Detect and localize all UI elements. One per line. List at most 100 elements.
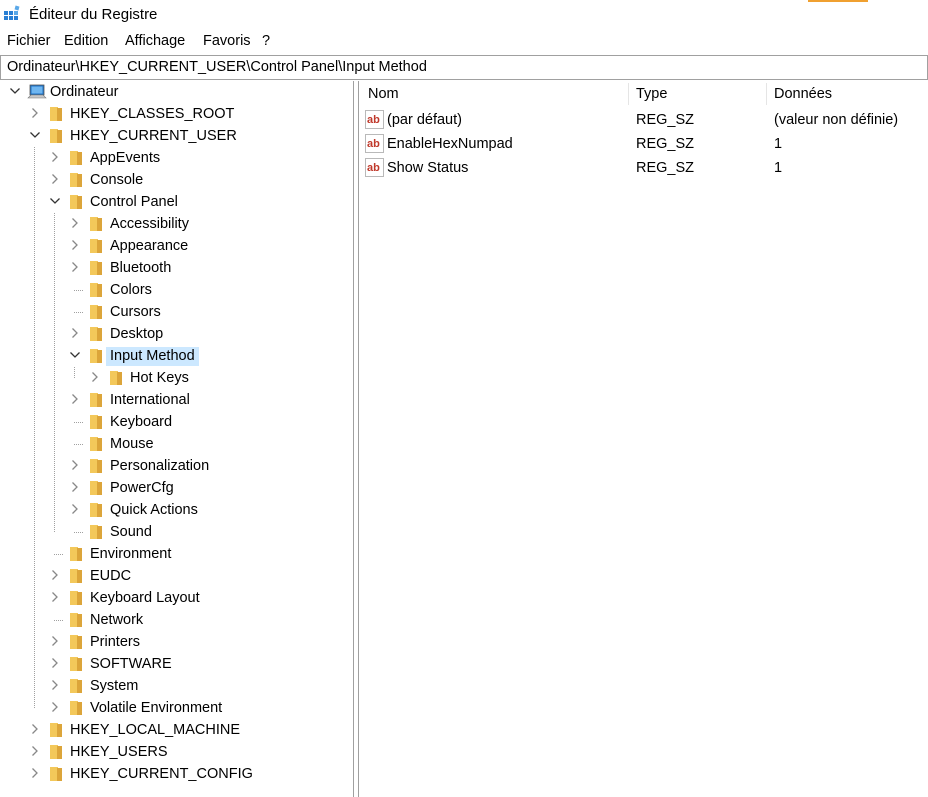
chevron-right-icon[interactable]: [29, 723, 41, 735]
value-row[interactable]: ab (par défaut) REG_SZ (valeur non défin…: [359, 109, 928, 133]
tree-node[interactable]: HKEY_USERS: [0, 741, 353, 763]
tree-node-label: Control Panel: [90, 194, 178, 210]
tree-node[interactable]: Control Panel: [0, 191, 353, 213]
chevron-down-icon[interactable]: [49, 195, 61, 207]
tree-node[interactable]: Accessibility: [0, 213, 353, 235]
tree-node[interactable]: Volatile Environment: [0, 697, 353, 719]
tree-node[interactable]: Keyboard Layout: [0, 587, 353, 609]
tree-node[interactable]: AppEvents: [0, 147, 353, 169]
chevron-right-icon[interactable]: [49, 151, 61, 163]
tree-node-label: Printers: [90, 634, 140, 650]
tree-node[interactable]: Bluetooth: [0, 257, 353, 279]
value-row[interactable]: ab Show Status REG_SZ 1: [359, 157, 928, 181]
folder-icon: [90, 525, 102, 539]
tree-node-label: HKEY_CLASSES_ROOT: [70, 106, 235, 122]
folder-icon: [90, 261, 102, 275]
tree-node[interactable]: HKEY_LOCAL_MACHINE: [0, 719, 353, 741]
folder-icon: [90, 349, 102, 363]
chevron-right-icon[interactable]: [49, 173, 61, 185]
menu-favoris[interactable]: Favoris: [203, 33, 251, 49]
column-header-data[interactable]: Données: [774, 86, 832, 102]
tree-node-label: AppEvents: [90, 150, 161, 166]
chevron-right-icon[interactable]: [49, 569, 61, 581]
chevron-right-icon[interactable]: [69, 261, 81, 273]
address-bar[interactable]: Ordinateur\HKEY_CURRENT_USER\Control Pan…: [0, 55, 928, 80]
tree-node[interactable]: HKEY_CURRENT_USER: [0, 125, 353, 147]
tree-node[interactable]: Colors: [0, 279, 353, 301]
chevron-right-icon[interactable]: [49, 679, 61, 691]
tree-connector: [74, 290, 83, 291]
tree-node[interactable]: International: [0, 389, 353, 411]
tree-node[interactable]: Cursors: [0, 301, 353, 323]
chevron-right-icon[interactable]: [69, 481, 81, 493]
menu-affichage[interactable]: Affichage: [125, 33, 185, 49]
computer-icon: [27, 84, 47, 99]
menu-help[interactable]: ?: [262, 33, 270, 49]
tree-node-label: HKEY_USERS: [70, 744, 168, 760]
folder-icon: [70, 613, 82, 627]
tree-node[interactable]: Environment: [0, 543, 353, 565]
chevron-right-icon[interactable]: [69, 239, 81, 251]
folder-icon: [70, 151, 82, 165]
key-tree-pane[interactable]: Ordinateur HKEY_CLASSES_ROOT HKEY_CURRENT…: [0, 81, 354, 797]
value-data: 1: [774, 136, 783, 152]
tree-connector: [54, 620, 63, 621]
column-divider[interactable]: [628, 83, 629, 105]
chevron-right-icon[interactable]: [49, 657, 61, 669]
tree-node-label: Environment: [90, 546, 172, 562]
registry-editor-icon: [4, 5, 20, 20]
chevron-right-icon[interactable]: [69, 503, 81, 515]
values-list-pane[interactable]: Nom Type Données ab (par défaut) REG_SZ …: [358, 81, 928, 797]
chevron-right-icon[interactable]: [49, 635, 61, 647]
chevron-right-icon[interactable]: [69, 327, 81, 339]
tree-node[interactable]: Console: [0, 169, 353, 191]
chevron-right-icon[interactable]: [49, 701, 61, 713]
chevron-right-icon[interactable]: [49, 591, 61, 603]
tree-node-label: Desktop: [110, 326, 164, 342]
tree-node[interactable]: Network: [0, 609, 353, 631]
tree-node[interactable]: Quick Actions: [0, 499, 353, 521]
tree-node[interactable]: System: [0, 675, 353, 697]
tree-node[interactable]: Input Method: [0, 345, 353, 367]
address-path[interactable]: Ordinateur\HKEY_CURRENT_USER\Control Pan…: [7, 59, 427, 75]
tree-node[interactable]: PowerCfg: [0, 477, 353, 499]
tree-node-label: EUDC: [90, 568, 132, 584]
value-row[interactable]: ab EnableHexNumpad REG_SZ 1: [359, 133, 928, 157]
tree-node[interactable]: HKEY_CURRENT_CONFIG: [0, 763, 353, 785]
tree-node[interactable]: Hot Keys: [0, 367, 353, 389]
tree-node[interactable]: Sound: [0, 521, 353, 543]
chevron-right-icon[interactable]: [69, 393, 81, 405]
tree-node[interactable]: Personalization: [0, 455, 353, 477]
tree-node-label: Quick Actions: [110, 502, 198, 518]
tree-node-label: Appearance: [110, 238, 189, 254]
chevron-right-icon[interactable]: [89, 371, 101, 383]
chevron-right-icon[interactable]: [29, 745, 41, 757]
tree-node-label: SOFTWARE: [90, 656, 172, 672]
tree-node-root[interactable]: Ordinateur: [0, 81, 353, 103]
column-header-name[interactable]: Nom: [368, 86, 399, 102]
folder-icon: [90, 503, 102, 517]
chevron-down-icon[interactable]: [69, 349, 81, 361]
tree-node-label: Hot Keys: [130, 370, 189, 386]
column-header-type[interactable]: Type: [636, 86, 667, 102]
folder-icon: [70, 657, 82, 671]
tree-node[interactable]: Mouse: [0, 433, 353, 455]
tree-node[interactable]: Printers: [0, 631, 353, 653]
chevron-down-icon[interactable]: [9, 85, 21, 97]
chevron-right-icon[interactable]: [69, 459, 81, 471]
tree-node[interactable]: Appearance: [0, 235, 353, 257]
chevron-right-icon[interactable]: [29, 107, 41, 119]
menu-fichier[interactable]: Fichier: [7, 33, 51, 49]
tree-node[interactable]: SOFTWARE: [0, 653, 353, 675]
chevron-right-icon[interactable]: [69, 217, 81, 229]
folder-icon: [70, 547, 82, 561]
tree-node[interactable]: Desktop: [0, 323, 353, 345]
tree-node-label: HKEY_CURRENT_USER: [70, 128, 237, 144]
chevron-right-icon[interactable]: [29, 767, 41, 779]
tree-node[interactable]: EUDC: [0, 565, 353, 587]
column-divider[interactable]: [766, 83, 767, 105]
menu-edition[interactable]: Edition: [64, 33, 108, 49]
tree-node[interactable]: HKEY_CLASSES_ROOT: [0, 103, 353, 125]
tree-node[interactable]: Keyboard: [0, 411, 353, 433]
chevron-down-icon[interactable]: [29, 129, 41, 141]
